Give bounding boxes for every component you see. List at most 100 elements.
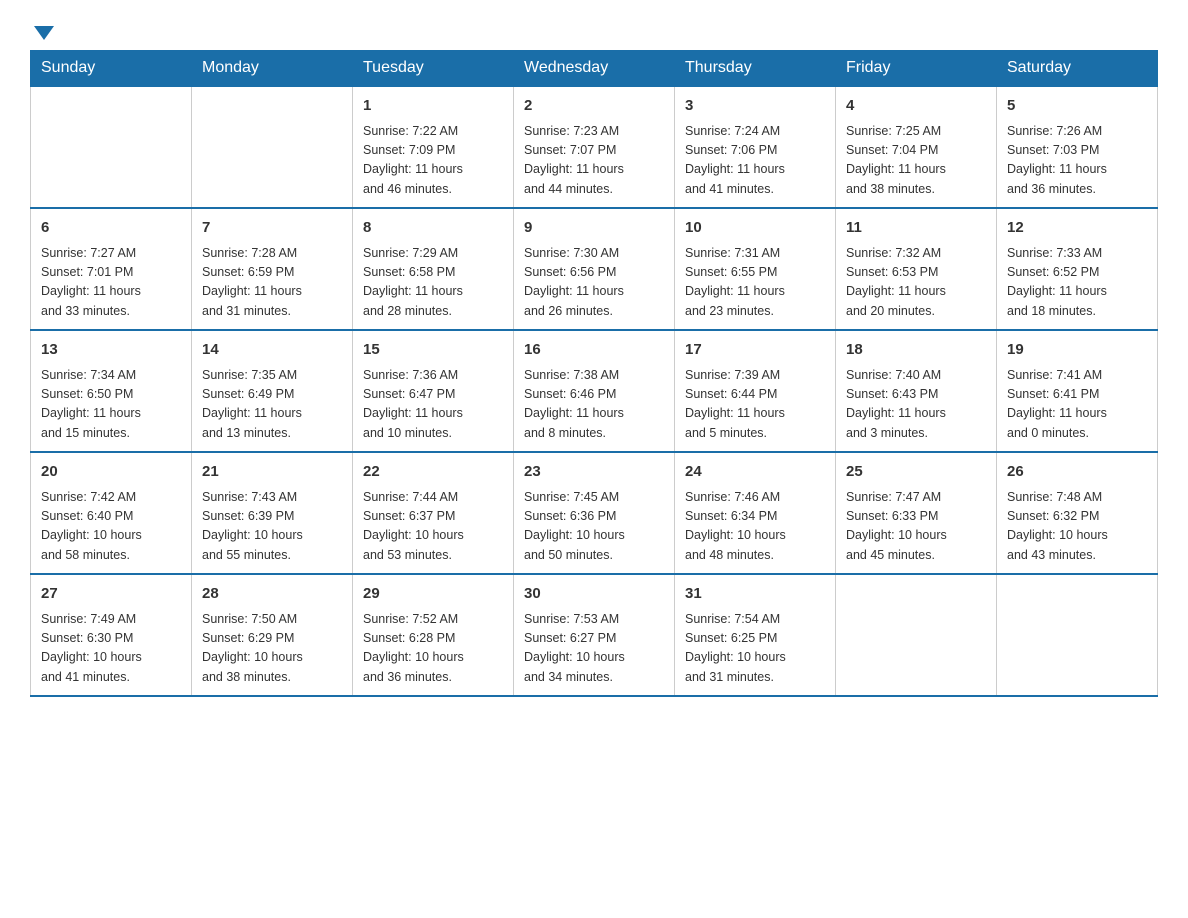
- day-info: Sunrise: 7:42 AMSunset: 6:40 PMDaylight:…: [41, 488, 181, 566]
- column-header-friday: Friday: [836, 51, 997, 87]
- calendar-cell: 14 Sunrise: 7:35 AMSunset: 6:49 PMDayligh…: [192, 330, 353, 452]
- day-info: Sunrise: 7:32 AMSunset: 6:53 PMDaylight:…: [846, 244, 986, 322]
- day-number: 13: [41, 339, 181, 362]
- day-number: 25: [846, 461, 986, 484]
- day-info: Sunrise: 7:48 AMSunset: 6:32 PMDaylight:…: [1007, 488, 1147, 566]
- calendar-cell: 22 Sunrise: 7:44 AMSunset: 6:37 PMDayligh…: [353, 452, 514, 574]
- day-info: Sunrise: 7:52 AMSunset: 6:28 PMDaylight:…: [363, 610, 503, 688]
- column-header-thursday: Thursday: [675, 51, 836, 87]
- logo: [30, 20, 54, 40]
- calendar-cell: 21 Sunrise: 7:43 AMSunset: 6:39 PMDayligh…: [192, 452, 353, 574]
- calendar-cell: 29Sunrise: 7:52 AMSunset: 6:28 PMDayligh…: [353, 574, 514, 696]
- day-number: 17: [685, 339, 825, 362]
- day-number: 8: [363, 217, 503, 240]
- calendar-cell: 27Sunrise: 7:49 AMSunset: 6:30 PMDayligh…: [31, 574, 192, 696]
- day-info: Sunrise: 7:26 AMSunset: 7:03 PMDaylight:…: [1007, 122, 1147, 200]
- calendar-cell: 13 Sunrise: 7:34 AMSunset: 6:50 PMDayligh…: [31, 330, 192, 452]
- calendar-cell: 3 Sunrise: 7:24 AMSunset: 7:06 PMDaylight…: [675, 86, 836, 208]
- calendar-week-row: 20 Sunrise: 7:42 AMSunset: 6:40 PMDayligh…: [31, 452, 1158, 574]
- calendar-cell: [836, 574, 997, 696]
- day-info: Sunrise: 7:49 AMSunset: 6:30 PMDaylight:…: [41, 610, 181, 688]
- day-number: 26: [1007, 461, 1147, 484]
- day-number: 16: [524, 339, 664, 362]
- day-number: 24: [685, 461, 825, 484]
- calendar-cell: 28 Sunrise: 7:50 AMSunset: 6:29 PMDayligh…: [192, 574, 353, 696]
- day-info: Sunrise: 7:47 AMSunset: 6:33 PMDaylight:…: [846, 488, 986, 566]
- logo-arrow-icon: [34, 26, 54, 40]
- calendar-cell: 2 Sunrise: 7:23 AMSunset: 7:07 PMDaylight…: [514, 86, 675, 208]
- day-info: Sunrise: 7:39 AMSunset: 6:44 PMDaylight:…: [685, 366, 825, 444]
- day-number: 31: [685, 583, 825, 606]
- calendar-header-row: SundayMondayTuesdayWednesdayThursdayFrid…: [31, 51, 1158, 87]
- day-number: 6: [41, 217, 181, 240]
- day-number: 21: [202, 461, 342, 484]
- column-header-wednesday: Wednesday: [514, 51, 675, 87]
- day-info: Sunrise: 7:44 AMSunset: 6:37 PMDaylight:…: [363, 488, 503, 566]
- calendar-week-row: 6 Sunrise: 7:27 AMSunset: 7:01 PMDaylight…: [31, 208, 1158, 330]
- calendar-cell: 9 Sunrise: 7:30 AMSunset: 6:56 PMDaylight…: [514, 208, 675, 330]
- day-info: Sunrise: 7:45 AMSunset: 6:36 PMDaylight:…: [524, 488, 664, 566]
- day-number: 11: [846, 217, 986, 240]
- day-number: 7: [202, 217, 342, 240]
- calendar-cell: 20 Sunrise: 7:42 AMSunset: 6:40 PMDayligh…: [31, 452, 192, 574]
- day-number: 5: [1007, 95, 1147, 118]
- page-header: [30, 20, 1158, 40]
- day-info: Sunrise: 7:53 AMSunset: 6:27 PMDaylight:…: [524, 610, 664, 688]
- calendar-cell: 24Sunrise: 7:46 AMSunset: 6:34 PMDayligh…: [675, 452, 836, 574]
- calendar-cell: 23 Sunrise: 7:45 AMSunset: 6:36 PMDayligh…: [514, 452, 675, 574]
- day-info: Sunrise: 7:30 AMSunset: 6:56 PMDaylight:…: [524, 244, 664, 322]
- day-info: Sunrise: 7:24 AMSunset: 7:06 PMDaylight:…: [685, 122, 825, 200]
- day-info: Sunrise: 7:34 AMSunset: 6:50 PMDaylight:…: [41, 366, 181, 444]
- calendar-cell: 1 Sunrise: 7:22 AMSunset: 7:09 PMDaylight…: [353, 86, 514, 208]
- day-info: Sunrise: 7:23 AMSunset: 7:07 PMDaylight:…: [524, 122, 664, 200]
- day-number: 15: [363, 339, 503, 362]
- day-info: Sunrise: 7:36 AMSunset: 6:47 PMDaylight:…: [363, 366, 503, 444]
- calendar-cell: 19 Sunrise: 7:41 AMSunset: 6:41 PMDayligh…: [997, 330, 1158, 452]
- day-number: 30: [524, 583, 664, 606]
- calendar-cell: 18 Sunrise: 7:40 AMSunset: 6:43 PMDayligh…: [836, 330, 997, 452]
- day-number: 20: [41, 461, 181, 484]
- day-info: Sunrise: 7:54 AMSunset: 6:25 PMDaylight:…: [685, 610, 825, 688]
- calendar-cell: 31 Sunrise: 7:54 AMSunset: 6:25 PMDayligh…: [675, 574, 836, 696]
- day-info: Sunrise: 7:50 AMSunset: 6:29 PMDaylight:…: [202, 610, 342, 688]
- day-number: 28: [202, 583, 342, 606]
- day-info: Sunrise: 7:33 AMSunset: 6:52 PMDaylight:…: [1007, 244, 1147, 322]
- calendar-cell: 12 Sunrise: 7:33 AMSunset: 6:52 PMDayligh…: [997, 208, 1158, 330]
- calendar-cell: 6 Sunrise: 7:27 AMSunset: 7:01 PMDaylight…: [31, 208, 192, 330]
- calendar-cell: 10Sunrise: 7:31 AMSunset: 6:55 PMDayligh…: [675, 208, 836, 330]
- calendar-cell: 30 Sunrise: 7:53 AMSunset: 6:27 PMDayligh…: [514, 574, 675, 696]
- day-number: 23: [524, 461, 664, 484]
- day-number: 2: [524, 95, 664, 118]
- calendar-cell: 25 Sunrise: 7:47 AMSunset: 6:33 PMDayligh…: [836, 452, 997, 574]
- day-number: 14: [202, 339, 342, 362]
- day-info: Sunrise: 7:35 AMSunset: 6:49 PMDaylight:…: [202, 366, 342, 444]
- day-number: 4: [846, 95, 986, 118]
- day-number: 18: [846, 339, 986, 362]
- day-info: Sunrise: 7:43 AMSunset: 6:39 PMDaylight:…: [202, 488, 342, 566]
- column-header-monday: Monday: [192, 51, 353, 87]
- calendar-cell: [192, 86, 353, 208]
- day-number: 12: [1007, 217, 1147, 240]
- day-number: 1: [363, 95, 503, 118]
- day-number: 10: [685, 217, 825, 240]
- calendar-cell: 26 Sunrise: 7:48 AMSunset: 6:32 PMDayligh…: [997, 452, 1158, 574]
- calendar-cell: 8 Sunrise: 7:29 AMSunset: 6:58 PMDaylight…: [353, 208, 514, 330]
- calendar-week-row: 1 Sunrise: 7:22 AMSunset: 7:09 PMDaylight…: [31, 86, 1158, 208]
- day-info: Sunrise: 7:29 AMSunset: 6:58 PMDaylight:…: [363, 244, 503, 322]
- day-info: Sunrise: 7:27 AMSunset: 7:01 PMDaylight:…: [41, 244, 181, 322]
- calendar-cell: 11 Sunrise: 7:32 AMSunset: 6:53 PMDayligh…: [836, 208, 997, 330]
- calendar-cell: 4Sunrise: 7:25 AMSunset: 7:04 PMDaylight…: [836, 86, 997, 208]
- column-header-tuesday: Tuesday: [353, 51, 514, 87]
- calendar-cell: 16Sunrise: 7:38 AMSunset: 6:46 PMDayligh…: [514, 330, 675, 452]
- calendar-week-row: 27Sunrise: 7:49 AMSunset: 6:30 PMDayligh…: [31, 574, 1158, 696]
- calendar-table: SundayMondayTuesdayWednesdayThursdayFrid…: [30, 50, 1158, 697]
- day-number: 9: [524, 217, 664, 240]
- day-info: Sunrise: 7:41 AMSunset: 6:41 PMDaylight:…: [1007, 366, 1147, 444]
- day-number: 3: [685, 95, 825, 118]
- day-number: 19: [1007, 339, 1147, 362]
- calendar-cell: 5 Sunrise: 7:26 AMSunset: 7:03 PMDaylight…: [997, 86, 1158, 208]
- day-info: Sunrise: 7:22 AMSunset: 7:09 PMDaylight:…: [363, 122, 503, 200]
- calendar-week-row: 13 Sunrise: 7:34 AMSunset: 6:50 PMDayligh…: [31, 330, 1158, 452]
- day-number: 22: [363, 461, 503, 484]
- day-info: Sunrise: 7:40 AMSunset: 6:43 PMDaylight:…: [846, 366, 986, 444]
